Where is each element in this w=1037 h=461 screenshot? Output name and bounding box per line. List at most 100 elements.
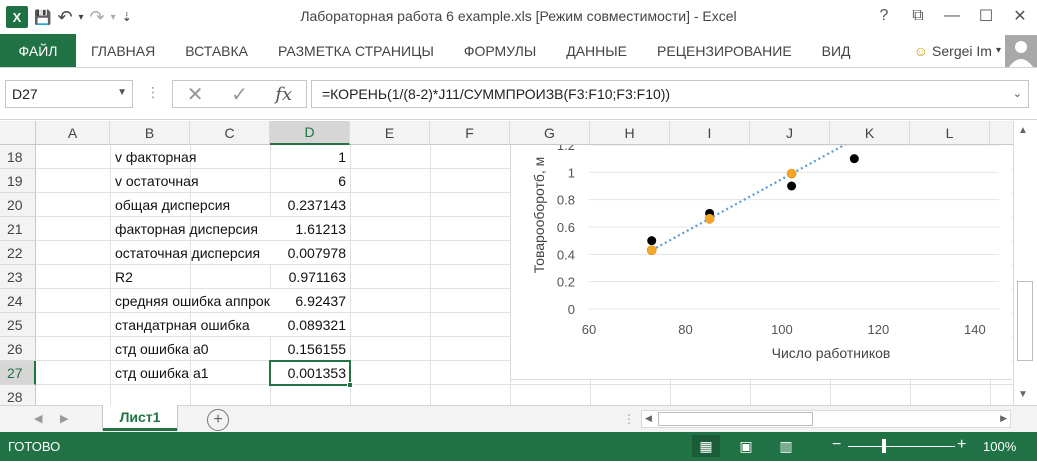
cell-d19[interactable]: 6 [270, 169, 350, 192]
column-header-f[interactable]: F [430, 121, 510, 145]
cell-b23[interactable]: R2 [110, 265, 270, 288]
column-header-e[interactable]: E [350, 121, 430, 145]
zoom-slider-thumb[interactable] [882, 439, 886, 453]
cell-b19[interactable]: v остаточная [110, 169, 270, 192]
splitter-handle-icon[interactable]: ⋮ [623, 412, 635, 426]
row-header-22[interactable]: 22 [0, 241, 36, 265]
row-header-27[interactable]: 27 [0, 361, 36, 385]
row-header-28[interactable]: 28 [0, 385, 36, 405]
tab-data[interactable]: ДАННЫЕ [551, 34, 642, 67]
user-account[interactable]: ☺ Sergei Im ▾ [914, 34, 1037, 67]
formula-input[interactable]: =КОРЕНЬ(1/(8-2)*J11/СУММПРОИЗВ(F3:F10;F3… [311, 80, 1029, 108]
redo-dropdown-icon[interactable]: ▾ [111, 5, 116, 29]
row-header-18[interactable]: 18 [0, 145, 36, 169]
row-header-23[interactable]: 23 [0, 265, 36, 289]
scroll-up-icon[interactable]: ▲ [1018, 125, 1028, 136]
cell-d24[interactable]: 6.92437 [270, 289, 350, 312]
cell-d22[interactable]: 0.007978 [270, 241, 350, 264]
y-tick-label: 0 [568, 302, 575, 317]
row-header-21[interactable]: 21 [0, 217, 36, 241]
zoom-in-icon[interactable]: + [957, 436, 966, 454]
column-header-b[interactable]: B [110, 121, 190, 145]
chevron-down-icon[interactable]: ▼ [117, 87, 127, 98]
x-tick-label: 100 [771, 322, 793, 337]
scroll-down-icon[interactable]: ▼ [1018, 389, 1028, 400]
column-header-g[interactable]: G [510, 121, 590, 145]
cell-b24[interactable]: средняя ошибка аппроксимации [110, 289, 270, 312]
maximize-button[interactable]: ☐ [969, 0, 1003, 32]
ribbon-display-options-button[interactable]: ⧉ [901, 0, 935, 32]
cell-b26[interactable]: стд ошибка а0 [110, 337, 270, 360]
add-sheet-button[interactable]: + [207, 409, 229, 431]
cell-d21[interactable]: 1.61213 [270, 217, 350, 240]
column-header-i[interactable]: I [670, 121, 750, 145]
zoom-slider[interactable] [848, 446, 955, 447]
prev-sheet-icon[interactable]: ◀ [34, 412, 42, 425]
tab-page-layout[interactable]: РАЗМЕТКА СТРАНИЦЫ [263, 34, 449, 67]
column-header-c[interactable]: C [190, 121, 270, 145]
column-header-l[interactable]: L [910, 121, 990, 145]
y-tick-label: 0.2 [557, 275, 575, 290]
vertical-scrollbar[interactable]: ▲ ▼ [1013, 121, 1037, 405]
normal-view-icon[interactable]: ▦ [692, 435, 720, 457]
close-button[interactable]: ✕ [1003, 0, 1037, 32]
cell-d20[interactable]: 0.237143 [270, 193, 350, 216]
minimize-button[interactable]: — [935, 0, 969, 32]
resize-handle-icon[interactable]: ⋮ [146, 84, 160, 101]
cell-d18[interactable]: 1 [270, 145, 350, 168]
cell-b25[interactable]: стандатрная ошибка [110, 313, 270, 336]
customize-toolbar-icon[interactable]: ⇣ [122, 5, 132, 29]
row-header-25[interactable]: 25 [0, 313, 36, 337]
page-layout-view-icon[interactable]: ▣ [732, 435, 760, 457]
cell-d26[interactable]: 0.156155 [270, 337, 350, 360]
cell-b20[interactable]: общая дисперсия [110, 193, 270, 216]
smiley-icon: ☺ [913, 42, 929, 59]
avatar[interactable] [1005, 34, 1037, 67]
column-header-k[interactable]: K [830, 121, 910, 145]
row-header-20[interactable]: 20 [0, 193, 36, 217]
help-button[interactable]: ? [867, 0, 901, 32]
name-box[interactable]: D27 ▼ [5, 80, 133, 108]
tab-insert[interactable]: ВСТАВКА [170, 34, 263, 67]
zoom-out-icon[interactable]: − [832, 436, 841, 454]
column-header-h[interactable]: H [590, 121, 670, 145]
vertical-scroll-thumb[interactable] [1017, 281, 1033, 361]
cell-b22[interactable]: остаточная дисперсия [110, 241, 270, 264]
expand-formula-icon[interactable]: ⌄ [1013, 87, 1022, 100]
horizontal-scroll-thumb[interactable] [658, 412, 813, 426]
undo-icon[interactable]: ↶ [57, 5, 72, 29]
page-break-view-icon[interactable]: ▥ [772, 435, 800, 457]
row-header-26[interactable]: 26 [0, 337, 36, 361]
cell-d25[interactable]: 0.089321 [270, 313, 350, 336]
fill-handle[interactable] [347, 382, 353, 388]
horizontal-scrollbar[interactable]: ◀ ▶ [641, 410, 1011, 428]
next-sheet-icon[interactable]: ▶ [60, 412, 68, 425]
row-header-24[interactable]: 24 [0, 289, 36, 313]
tab-file[interactable]: ФАЙЛ [0, 34, 76, 67]
save-icon[interactable]: 💾 [34, 5, 51, 29]
sheet-tab-list1[interactable]: Лист1 [103, 405, 177, 431]
column-header-d[interactable]: D [270, 121, 350, 145]
cell-b27[interactable]: стд ошибка а1 [110, 361, 270, 384]
insert-function-icon[interactable]: fx [275, 84, 292, 105]
undo-dropdown-icon[interactable]: ▾ [79, 5, 84, 29]
tab-formulas[interactable]: ФОРМУЛЫ [449, 34, 551, 67]
cell-d23[interactable]: 0.971163 [270, 265, 350, 288]
row-header-19[interactable]: 19 [0, 169, 36, 193]
select-all-corner[interactable] [0, 121, 36, 145]
active-cell-selection[interactable] [269, 360, 353, 388]
scroll-left-icon[interactable]: ◀ [645, 413, 652, 424]
zoom-level[interactable]: 100% [983, 439, 1016, 454]
scatter-chart[interactable]: 0 0.2 0.4 0.6 0.8 1 1.2 60 80 100 120 140 Число рабо… [510, 145, 1012, 380]
excel-logo-icon[interactable]: X [6, 6, 28, 28]
column-header-j[interactable]: J [750, 121, 830, 145]
enter-icon[interactable]: ✓ [231, 82, 248, 107]
tab-home[interactable]: ГЛАВНАЯ [76, 34, 170, 67]
tab-review[interactable]: РЕЦЕНЗИРОВАНИЕ [642, 34, 807, 67]
cell-b21[interactable]: факторная дисперсия [110, 217, 270, 240]
redo-icon[interactable]: ↷ [90, 5, 105, 29]
column-header-a[interactable]: A [36, 121, 110, 145]
tab-view[interactable]: ВИД [807, 34, 866, 67]
cancel-icon[interactable]: ✕ [187, 82, 204, 107]
scroll-right-icon[interactable]: ▶ [1000, 413, 1007, 424]
